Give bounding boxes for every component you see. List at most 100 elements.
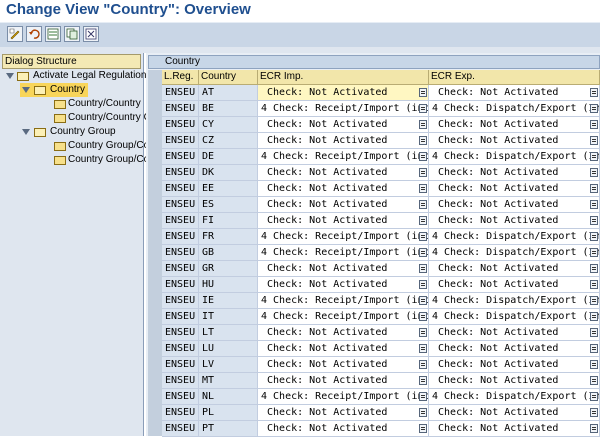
- dropdown-icon[interactable]: [419, 424, 427, 433]
- dropdown-icon[interactable]: [419, 376, 427, 385]
- ecr-imp-field[interactable]: Check: Not Activated: [258, 85, 429, 101]
- ecr-exp-field[interactable]: Check: Not Activated: [429, 197, 600, 213]
- dropdown-icon[interactable]: [590, 168, 598, 177]
- dropdown-icon[interactable]: [590, 232, 598, 241]
- new-entries-icon[interactable]: [45, 26, 61, 42]
- tree-item-country-group[interactable]: Country Group: [20, 125, 143, 139]
- dropdown-icon[interactable]: [590, 104, 598, 113]
- column-header-ecr-exp[interactable]: ECR Exp.: [429, 70, 600, 85]
- dropdown-icon[interactable]: [590, 328, 598, 337]
- ecr-imp-field[interactable]: Check: Not Activated: [258, 341, 429, 357]
- ecr-imp-field[interactable]: Check: Not Activated: [258, 421, 429, 437]
- ecr-imp-field[interactable]: 4 Check: Receipt/Import (incl: [258, 229, 429, 245]
- ecr-imp-field[interactable]: 4 Check: Receipt/Import (incl: [258, 245, 429, 261]
- dropdown-icon[interactable]: [590, 216, 598, 225]
- dropdown-icon[interactable]: [419, 136, 427, 145]
- dropdown-icon[interactable]: [590, 296, 598, 305]
- dropdown-icon[interactable]: [590, 344, 598, 353]
- dropdown-icon[interactable]: [590, 88, 598, 97]
- ecr-exp-field[interactable]: Check: Not Activated: [429, 133, 600, 149]
- ecr-imp-field[interactable]: Check: Not Activated: [258, 181, 429, 197]
- ecr-exp-field[interactable]: Check: Not Activated: [429, 181, 600, 197]
- ecr-imp-field[interactable]: 4 Check: Receipt/Import (incl: [258, 293, 429, 309]
- ecr-exp-field[interactable]: Check: Not Activated: [429, 213, 600, 229]
- delete-icon[interactable]: [83, 26, 99, 42]
- dropdown-icon[interactable]: [419, 216, 427, 225]
- dropdown-icon[interactable]: [590, 152, 598, 161]
- dropdown-icon[interactable]: [590, 120, 598, 129]
- tree-item-country[interactable]: Country: [20, 83, 88, 97]
- expand-triangle-icon[interactable]: [22, 87, 30, 93]
- ecr-imp-field[interactable]: 4 Check: Receipt/Import (incl: [258, 389, 429, 405]
- ecr-imp-field[interactable]: 4 Check: Receipt/Import (incl: [258, 309, 429, 325]
- ecr-exp-field[interactable]: Check: Not Activated: [429, 357, 600, 373]
- ecr-exp-field[interactable]: 4 Check: Dispatch/Export (Inc: [429, 309, 600, 325]
- dropdown-icon[interactable]: [590, 280, 598, 289]
- ecr-exp-field[interactable]: 4 Check: Dispatch/Export (Inc: [429, 389, 600, 405]
- ecr-imp-field[interactable]: 4 Check: Receipt/Import (incl: [258, 149, 429, 165]
- dropdown-icon[interactable]: [590, 360, 598, 369]
- dropdown-icon[interactable]: [590, 392, 598, 401]
- ecr-imp-field[interactable]: Check: Not Activated: [258, 357, 429, 373]
- dropdown-icon[interactable]: [419, 88, 427, 97]
- ecr-exp-field[interactable]: Check: Not Activated: [429, 341, 600, 357]
- tree-item-country-group-co-1[interactable]: Country Group/Co: [52, 139, 149, 153]
- ecr-imp-field[interactable]: Check: Not Activated: [258, 373, 429, 389]
- ecr-imp-field[interactable]: Check: Not Activated: [258, 277, 429, 293]
- dropdown-icon[interactable]: [590, 424, 598, 433]
- dropdown-icon[interactable]: [419, 152, 427, 161]
- ecr-exp-field[interactable]: 4 Check: Dispatch/Export (Inc: [429, 149, 600, 165]
- row-selector-column[interactable]: [148, 70, 163, 436]
- ecr-imp-field[interactable]: Check: Not Activated: [258, 117, 429, 133]
- ecr-exp-field[interactable]: 4 Check: Dispatch/Export (Inc: [429, 245, 600, 261]
- ecr-exp-field[interactable]: Check: Not Activated: [429, 85, 600, 101]
- dropdown-icon[interactable]: [590, 248, 598, 257]
- ecr-exp-field[interactable]: 4 Check: Dispatch/Export (Inc: [429, 293, 600, 309]
- dropdown-icon[interactable]: [590, 408, 598, 417]
- ecr-exp-field[interactable]: Check: Not Activated: [429, 421, 600, 437]
- edit-toggle-icon[interactable]: [7, 26, 23, 42]
- ecr-exp-field[interactable]: Check: Not Activated: [429, 117, 600, 133]
- tree-item-country-country-c[interactable]: Country/Country C: [52, 111, 151, 125]
- dropdown-icon[interactable]: [419, 232, 427, 241]
- ecr-exp-field[interactable]: Check: Not Activated: [429, 165, 600, 181]
- column-header-ecr-imp[interactable]: ECR Imp.: [258, 70, 429, 85]
- ecr-imp-field[interactable]: Check: Not Activated: [258, 197, 429, 213]
- dropdown-icon[interactable]: [419, 408, 427, 417]
- undo-icon[interactable]: [26, 26, 42, 42]
- dropdown-icon[interactable]: [590, 264, 598, 273]
- dropdown-icon[interactable]: [590, 312, 598, 321]
- tree-item-country-country[interactable]: Country/Country: [52, 97, 143, 111]
- dropdown-icon[interactable]: [419, 312, 427, 321]
- dropdown-icon[interactable]: [419, 168, 427, 177]
- dropdown-icon[interactable]: [419, 200, 427, 209]
- tree-item-activate-legal-regulation[interactable]: Activate Legal Regulation: [4, 69, 146, 83]
- ecr-imp-field[interactable]: Check: Not Activated: [258, 405, 429, 421]
- ecr-imp-field[interactable]: Check: Not Activated: [258, 325, 429, 341]
- ecr-imp-field[interactable]: Check: Not Activated: [258, 165, 429, 181]
- ecr-imp-field[interactable]: 4 Check: Receipt/Import (incl: [258, 101, 429, 117]
- ecr-exp-field[interactable]: Check: Not Activated: [429, 373, 600, 389]
- dropdown-icon[interactable]: [419, 392, 427, 401]
- dropdown-icon[interactable]: [590, 136, 598, 145]
- tree-item-country-group-co-2[interactable]: Country Group/Co: [52, 153, 149, 167]
- dropdown-icon[interactable]: [419, 360, 427, 369]
- dropdown-icon[interactable]: [419, 104, 427, 113]
- ecr-exp-field[interactable]: Check: Not Activated: [429, 405, 600, 421]
- expand-triangle-icon[interactable]: [6, 73, 14, 79]
- dropdown-icon[interactable]: [419, 280, 427, 289]
- ecr-exp-field[interactable]: Check: Not Activated: [429, 325, 600, 341]
- ecr-exp-field[interactable]: 4 Check: Dispatch/Export (Inc: [429, 229, 600, 245]
- ecr-imp-field[interactable]: Check: Not Activated: [258, 213, 429, 229]
- column-header-lreg[interactable]: L.Reg.: [162, 70, 199, 85]
- dropdown-icon[interactable]: [419, 120, 427, 129]
- dropdown-icon[interactable]: [590, 184, 598, 193]
- ecr-imp-field[interactable]: Check: Not Activated: [258, 133, 429, 149]
- dropdown-icon[interactable]: [419, 248, 427, 257]
- copy-icon[interactable]: [64, 26, 80, 42]
- dropdown-icon[interactable]: [590, 376, 598, 385]
- dropdown-icon[interactable]: [419, 184, 427, 193]
- expand-triangle-icon[interactable]: [22, 129, 30, 135]
- dropdown-icon[interactable]: [419, 264, 427, 273]
- ecr-exp-field[interactable]: Check: Not Activated: [429, 277, 600, 293]
